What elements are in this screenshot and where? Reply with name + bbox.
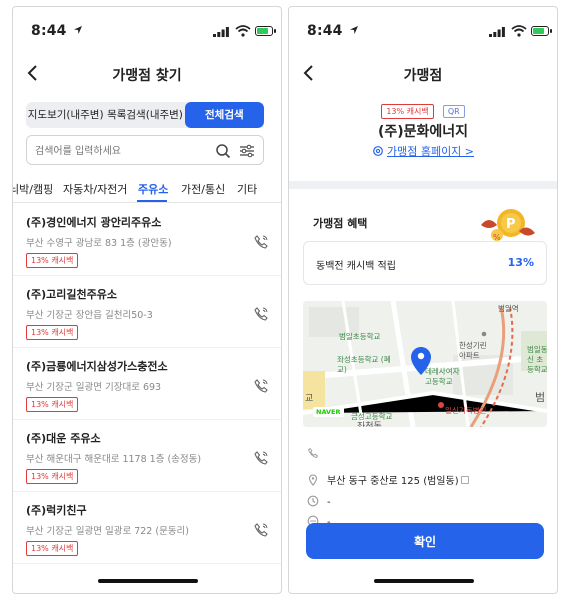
- map-label-area: 좌천동: [357, 422, 382, 427]
- list-item[interactable]: (주)대운 주유소 부산 해운대구 해운대로 1178 1층 (송정동) 13%…: [13, 420, 281, 492]
- store-tags: 13% 캐시백 QR: [289, 99, 557, 119]
- tab-car-bicycle[interactable]: 자동차/자전거: [63, 181, 127, 197]
- location-arrow-icon: [74, 26, 82, 34]
- store-address: 부산 기장군 일광면 기장대로 693: [26, 382, 162, 393]
- status-time: 8:44: [31, 23, 67, 39]
- phone-call-icon[interactable]: [253, 234, 269, 250]
- naver-logo: NAVER: [313, 407, 344, 417]
- signal-icon: [489, 27, 505, 37]
- store-address: 부산 기장군 장안읍 길천리50-3: [26, 310, 153, 321]
- location-arrow-icon: [350, 26, 358, 34]
- store-list: (주)경인에너지 광안리주유소 부산 수영구 광남로 83 1층 (광안동) 1…: [13, 204, 281, 564]
- page-title: 가맹점: [403, 68, 443, 84]
- homepage-link[interactable]: 가맹점 홈페이지 >: [289, 143, 557, 159]
- cashback-badge: 13% 캐시백: [26, 541, 79, 556]
- battery-icon: [255, 26, 276, 36]
- copy-icon[interactable]: [460, 476, 469, 484]
- store-location-map[interactable]: 범일역 범일초등학교 좌성초등학교 (폐교) 한성기린 아파트 데레사여자 고등…: [303, 301, 547, 427]
- benefit-value: 13%: [507, 256, 534, 269]
- map-label-school3: 데레사여자 고등학교: [425, 367, 460, 386]
- store-name: (주)대운 주유소: [26, 432, 101, 445]
- store-name: (주)럭키친구: [26, 504, 87, 517]
- status-bar: 8:44: [289, 7, 557, 51]
- cashback-badge: 13% 캐시백: [26, 397, 79, 412]
- list-item[interactable]: (주)경인에너지 광안리주유소 부산 수영구 광남로 83 1층 (광안동) 1…: [13, 204, 281, 276]
- store-address: 부산 수영구 광남로 83 1층 (광안동): [26, 238, 172, 249]
- page-title: 가맹점 찾기: [112, 68, 182, 84]
- list-item[interactable]: (주)금룡에너지삼성가스충전소 부산 기장군 일광면 기장대로 693 13% …: [13, 348, 281, 420]
- category-tabs: 늬박/캠핑 자동차/자전거 주유소 가전/통신 기타: [13, 177, 281, 203]
- map-label-school2: 좌성초등학교 (폐교): [337, 355, 391, 374]
- list-item[interactable]: (주)고리길천주유소 부산 기장군 장안읍 길천리50-3 13% 캐시백: [13, 276, 281, 348]
- tab-electronics[interactable]: 가전/통신: [181, 181, 225, 197]
- store-name: (주)문화에너지: [377, 124, 469, 140]
- info-phone-row[interactable]: [307, 447, 327, 460]
- segment-list-nearby[interactable]: 목록검색(내주변): [105, 102, 184, 128]
- info-address-value: 부산 동구 중산로 125 (범일동): [327, 476, 459, 487]
- store-name: (주)금룡에너지삼성가스충전소: [26, 360, 168, 373]
- phone-call-icon[interactable]: [253, 306, 269, 322]
- phone-icon: [307, 447, 319, 458]
- search-icon[interactable]: [215, 143, 231, 159]
- confirm-button[interactable]: 확인: [306, 523, 544, 559]
- homepage-gear-icon: [373, 146, 383, 156]
- benefit-card: 동백전 캐시백 적립 13%: [303, 241, 547, 285]
- status-time: 8:44: [307, 23, 343, 39]
- cashback-badge: 13% 캐시백: [26, 469, 79, 484]
- map-label-partial-left: 교: [305, 394, 314, 404]
- wifi-icon: [511, 25, 527, 37]
- phone-call-icon[interactable]: [253, 450, 269, 466]
- segment-map-nearby[interactable]: 지도보기(내주변): [26, 102, 105, 128]
- home-indicator[interactable]: [98, 579, 198, 583]
- home-indicator[interactable]: [374, 579, 474, 583]
- segment-all-search[interactable]: 전체검색: [184, 102, 264, 128]
- map-label-school1: 범일초등학교: [339, 332, 381, 341]
- info-hours-value: -: [327, 497, 331, 508]
- svg-text:P: P: [506, 217, 516, 232]
- search-input[interactable]: [35, 142, 205, 160]
- battery-icon: [531, 26, 552, 36]
- status-bar: 8:44: [13, 7, 281, 51]
- list-item[interactable]: (주)럭키친구 부산 기장군 일광면 일광로 722 (문동리) 13% 캐시백: [13, 492, 281, 564]
- cashback-badge: 13% 캐시백: [26, 253, 79, 268]
- active-tab-indicator: [137, 200, 167, 202]
- filter-sliders-icon[interactable]: [239, 143, 255, 159]
- cashback-badge: 13% 캐시백: [381, 104, 434, 119]
- benefit-section-title: 가맹점 혜택: [313, 217, 368, 230]
- benefit-label: 동백전 캐시백 적립: [316, 261, 396, 272]
- store-detail-screen: 8:44 가맹점 13% 캐시백 QR (주)문화에너지 가맹점 홈페이지 > …: [288, 6, 558, 594]
- search-box: [26, 135, 264, 165]
- map-pin-icon: [308, 474, 318, 486]
- view-mode-segmented-control: 지도보기(내주변) 목록검색(내주변) 전체검색: [26, 102, 264, 128]
- cashback-badge: 13% 캐시백: [26, 325, 79, 340]
- tab-etc[interactable]: 기타: [237, 181, 257, 197]
- signal-icon: [213, 27, 229, 37]
- clock-icon: [307, 495, 319, 507]
- map-label-apt: 한성기린 아파트: [459, 341, 487, 360]
- map-label-hospital: 일신기독병원: [445, 406, 487, 415]
- tab-camping[interactable]: 늬박/캠핑: [13, 181, 53, 197]
- store-name: (주)고리길천주유소: [26, 288, 118, 301]
- store-address: 부산 해운대구 해운대로 1178 1층 (송정동): [26, 454, 202, 465]
- nav-header: 가맹점: [289, 51, 557, 95]
- store-address: 부산 기장군 일광면 일광로 722 (문동리): [26, 526, 190, 537]
- info-address-row: 부산 동구 중산로 125 (범일동): [307, 472, 469, 487]
- map-label-partial-right: 범: [535, 391, 546, 404]
- phone-call-icon[interactable]: [253, 522, 269, 538]
- wifi-icon: [235, 25, 251, 37]
- store-name: (주)경인에너지 광안리주유소: [26, 216, 162, 229]
- map-label-station: 범일역: [498, 304, 519, 313]
- qr-badge: QR: [442, 105, 465, 118]
- tab-gas-station[interactable]: 주유소: [138, 181, 168, 197]
- homepage-link-label: 가맹점 홈페이지 >: [386, 145, 475, 158]
- phone-call-icon[interactable]: [253, 378, 269, 394]
- section-divider: [289, 181, 557, 189]
- map-label-school5: 범일동신 초등학교: [527, 345, 547, 374]
- info-hours-row: -: [307, 495, 331, 508]
- nav-header: 가맹점 찾기: [13, 51, 281, 95]
- search-screen: 8:44 가맹점 찾기 지도보기(내주변) 목록검색(내주변) 전체검색 늬박/…: [12, 6, 282, 594]
